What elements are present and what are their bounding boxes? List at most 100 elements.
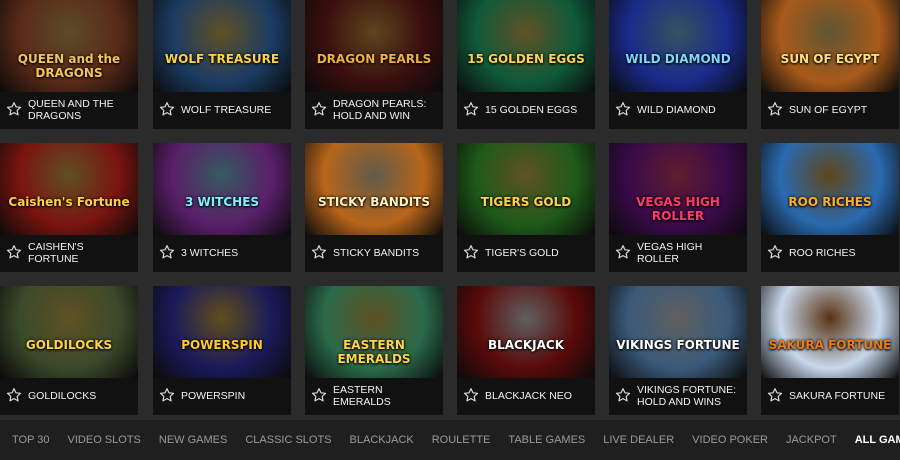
game-thumbnail[interactable]: QUEEN and the DRAGONS <box>0 0 138 92</box>
game-tile[interactable]: STICKY BANDITS STICKY BANDITS <box>305 143 443 272</box>
game-caption: BLACKJACK NEO <box>457 378 595 415</box>
favorite-star-icon[interactable] <box>767 387 783 403</box>
game-title[interactable]: VEGAS HIGH ROLLER <box>637 239 743 268</box>
game-title[interactable]: BLACKJACK NEO <box>485 382 591 411</box>
game-title[interactable]: WILD DIAMOND <box>637 96 743 125</box>
game-title[interactable]: VIKINGS FORTUNE: HOLD AND WINS <box>637 382 743 411</box>
game-thumbnail[interactable]: EASTERN EMERALDS <box>305 286 443 378</box>
game-title[interactable]: QUEEN AND THE DRAGONS <box>28 96 134 125</box>
game-tile[interactable]: QUEEN and the DRAGONS QUEEN AND THE DRAGO… <box>0 0 138 129</box>
favorite-star-icon[interactable] <box>463 387 479 403</box>
favorite-star-icon[interactable] <box>311 101 327 117</box>
favorite-star-icon[interactable] <box>615 244 631 260</box>
nav-item-blackjack[interactable]: BLACKJACK <box>350 434 414 446</box>
nav-item-top-30[interactable]: TOP 30 <box>12 434 50 446</box>
game-tile[interactable]: Caishen's Fortune CAISHEN'S FORTUNE <box>0 143 138 272</box>
game-thumbnail[interactable]: VEGAS HIGH ROLLER <box>609 143 747 235</box>
favorite-star-icon[interactable] <box>159 244 175 260</box>
game-caption: CAISHEN'S FORTUNE <box>0 235 138 272</box>
game-thumbnail[interactable]: SUN OF EGYPT <box>761 0 899 92</box>
game-title[interactable]: WOLF TREASURE <box>181 96 287 125</box>
game-tile[interactable]: POWERSPIN POWERSPIN <box>153 286 291 415</box>
nav-item-live-dealer[interactable]: LIVE DEALER <box>603 434 674 446</box>
favorite-star-icon[interactable] <box>463 101 479 117</box>
nav-item-all-games[interactable]: ALL GAMES <box>855 434 900 446</box>
game-caption: WILD DIAMOND <box>609 92 747 129</box>
game-title[interactable]: SUN OF EGYPT <box>789 96 895 125</box>
game-tile[interactable]: SUN OF EGYPT SUN OF EGYPT <box>761 0 899 129</box>
game-title[interactable]: 3 WITCHES <box>181 239 287 268</box>
game-thumbnail[interactable]: 3 WITCHES <box>153 143 291 235</box>
game-logo: POWERSPIN <box>181 338 263 352</box>
favorite-star-icon[interactable] <box>6 101 22 117</box>
game-tile[interactable]: BLACKJACK BLACKJACK NEO <box>457 286 595 415</box>
game-thumbnail[interactable]: SAKURA FORTUNE <box>761 286 899 378</box>
game-tile[interactable]: WOLF TREASURE WOLF TREASURE <box>153 0 291 129</box>
game-caption: POWERSPIN <box>153 378 291 415</box>
game-logo: SAKURA FORTUNE <box>768 338 892 352</box>
game-title[interactable]: POWERSPIN <box>181 382 287 411</box>
game-thumbnail[interactable]: DRAGON PEARLS <box>305 0 443 92</box>
game-tile[interactable]: VEGAS HIGH ROLLER VEGAS HIGH ROLLER <box>609 143 747 272</box>
game-thumbnail[interactable]: 15 GOLDEN EGGS <box>457 0 595 92</box>
favorite-star-icon[interactable] <box>159 101 175 117</box>
game-title[interactable]: CAISHEN'S FORTUNE <box>28 239 134 268</box>
game-thumbnail[interactable]: WILD DIAMOND <box>609 0 747 92</box>
nav-item-video-poker[interactable]: VIDEO POKER <box>692 434 768 446</box>
game-thumbnail[interactable]: Caishen's Fortune <box>0 143 138 235</box>
game-thumbnail[interactable]: WOLF TREASURE <box>153 0 291 92</box>
game-thumbnail[interactable]: BLACKJACK <box>457 286 595 378</box>
game-thumbnail[interactable]: GOLDILOCKS <box>0 286 138 378</box>
favorite-star-icon[interactable] <box>311 244 327 260</box>
game-thumbnail[interactable]: ROO RICHES <box>761 143 899 235</box>
game-logo: QUEEN and the DRAGONS <box>17 52 121 80</box>
favorite-star-icon[interactable] <box>6 244 22 260</box>
game-title[interactable]: SAKURA FORTUNE <box>789 382 895 411</box>
game-thumbnail[interactable]: POWERSPIN <box>153 286 291 378</box>
nav-item-new-games[interactable]: NEW GAMES <box>159 434 227 446</box>
game-thumbnail[interactable]: TIGERS GOLD <box>457 143 595 235</box>
favorite-star-icon[interactable] <box>463 244 479 260</box>
game-tile[interactable]: SAKURA FORTUNE SAKURA FORTUNE <box>761 286 899 415</box>
nav-item-video-slots[interactable]: VIDEO SLOTS <box>68 434 141 446</box>
game-title[interactable]: GOLDILOCKS <box>28 382 134 411</box>
game-title[interactable]: ROO RICHES <box>789 239 895 268</box>
game-caption: 15 GOLDEN EGGS <box>457 92 595 129</box>
game-title[interactable]: DRAGON PEARLS: HOLD AND WIN <box>333 96 439 125</box>
nav-item-classic-slots[interactable]: CLASSIC SLOTS <box>245 434 331 446</box>
game-title[interactable]: STICKY BANDITS <box>333 239 439 268</box>
nav-item-jackpot[interactable]: JACKPOT <box>786 434 837 446</box>
game-tile[interactable]: ROO RICHES ROO RICHES <box>761 143 899 272</box>
nav-item-roulette[interactable]: ROULETTE <box>432 434 491 446</box>
favorite-star-icon[interactable] <box>615 387 631 403</box>
favorite-star-icon[interactable] <box>6 387 22 403</box>
favorite-star-icon[interactable] <box>767 244 783 260</box>
game-title[interactable]: TIGER'S GOLD <box>485 239 591 268</box>
game-caption: DRAGON PEARLS: HOLD AND WIN <box>305 92 443 129</box>
favorite-star-icon[interactable] <box>767 101 783 117</box>
game-caption: SAKURA FORTUNE <box>761 378 899 415</box>
game-caption: EASTERN EMERALDS <box>305 378 443 415</box>
game-logo: SUN OF EGYPT <box>780 52 880 66</box>
game-tile[interactable]: 15 GOLDEN EGGS 15 GOLDEN EGGS <box>457 0 595 129</box>
favorite-star-icon[interactable] <box>615 101 631 117</box>
favorite-star-icon[interactable] <box>311 387 327 403</box>
game-title[interactable]: 15 GOLDEN EGGS <box>485 96 591 125</box>
game-tile[interactable]: GOLDILOCKS GOLDILOCKS <box>0 286 138 415</box>
game-caption: TIGER'S GOLD <box>457 235 595 272</box>
game-tile[interactable]: EASTERN EMERALDS EASTERN EMERALDS <box>305 286 443 415</box>
game-tile[interactable]: WILD DIAMOND WILD DIAMOND <box>609 0 747 129</box>
game-thumbnail[interactable]: STICKY BANDITS <box>305 143 443 235</box>
game-tile[interactable]: 3 WITCHES 3 WITCHES <box>153 143 291 272</box>
game-title[interactable]: EASTERN EMERALDS <box>333 382 439 411</box>
game-logo: WILD DIAMOND <box>625 52 731 66</box>
nav-item-table-games[interactable]: TABLE GAMES <box>508 434 585 446</box>
game-logo: ROO RICHES <box>788 195 872 209</box>
favorite-star-icon[interactable] <box>159 387 175 403</box>
game-tile[interactable]: TIGERS GOLD TIGER'S GOLD <box>457 143 595 272</box>
game-logo: STICKY BANDITS <box>318 195 430 209</box>
game-tile[interactable]: VIKINGS FORTUNE VIKINGS FORTUNE: HOLD AND… <box>609 286 747 415</box>
game-tile[interactable]: DRAGON PEARLS DRAGON PEARLS: HOLD AND WIN <box>305 0 443 129</box>
game-thumbnail[interactable]: VIKINGS FORTUNE <box>609 286 747 378</box>
game-logo: WOLF TREASURE <box>164 52 280 66</box>
